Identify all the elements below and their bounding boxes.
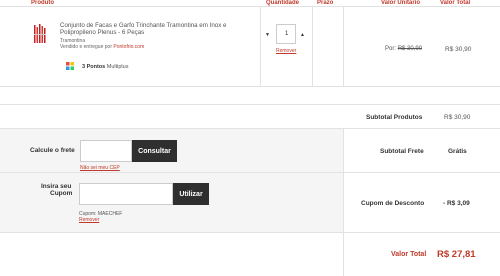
- product-name-line2[interactable]: Polipropileno Plenus - 6 Peças: [60, 29, 144, 36]
- points-info: 3 Pontos Multiplus: [82, 64, 128, 70]
- unit-price-label: Por:: [385, 46, 397, 52]
- col-divider: [260, 6, 261, 86]
- row-border: [0, 232, 500, 233]
- cupom-remove-link[interactable]: Remover: [79, 217, 99, 223]
- quantity-value: 1: [285, 31, 289, 37]
- product-name-line1[interactable]: Conjunto de Facas e Garfo Trinchante Tra…: [60, 22, 226, 29]
- desconto-label: Cupom de Desconto: [361, 200, 425, 207]
- cep-input[interactable]: [80, 140, 132, 162]
- frete-subtotal-value: Grátis: [448, 148, 467, 155]
- unit-price-value: R$ 30,90: [397, 46, 423, 52]
- cupom-label-line2: Cupom: [50, 190, 73, 197]
- cupom-input[interactable]: [79, 183, 173, 205]
- cart-page: Produto Quantidade Prazo Valor Unitário …: [0, 0, 500, 276]
- col-divider: [343, 233, 344, 276]
- valor-total-label: Valor Total: [391, 251, 427, 258]
- consultar-button[interactable]: Consultar: [132, 140, 177, 162]
- cupom-label-line1: Insira seu: [41, 183, 72, 190]
- frete-subtotal-label: Subtotal Frete: [380, 148, 424, 155]
- row-border: [0, 104, 500, 105]
- points-program: Multiplus: [106, 64, 129, 70]
- desconto-value: - R$ 3,09: [443, 200, 470, 207]
- increase-quantity-icon[interactable]: ▲: [300, 32, 305, 38]
- multiplus-icon: [66, 62, 74, 70]
- nao-sei-cep-link[interactable]: Não sei meu CEP: [80, 165, 120, 171]
- remove-item-link[interactable]: Remover: [276, 48, 296, 54]
- row-border: [0, 86, 500, 87]
- valor-total-value: R$ 27,81: [437, 249, 476, 260]
- unit-price: Por: R$ 30,90: [385, 46, 422, 52]
- total-price: R$ 30,90: [445, 46, 472, 53]
- utilizar-button[interactable]: Utilizar: [173, 183, 209, 205]
- col-divider: [343, 129, 344, 232]
- seller-link[interactable]: Pontofrio.com: [113, 44, 144, 50]
- quantity-input[interactable]: 1: [276, 24, 296, 44]
- subtotal-value: R$ 30,90: [444, 114, 471, 121]
- subtotal-label: Subtotal Produtos: [366, 114, 423, 121]
- col-divider: [312, 6, 313, 86]
- seller-info: Vendido e entregue por Pontofrio.com: [60, 44, 144, 50]
- col-divider: [343, 6, 344, 86]
- product-image[interactable]: [33, 22, 47, 46]
- frete-label: Calcule o frete: [30, 147, 75, 154]
- decrease-quantity-icon[interactable]: ▼: [265, 32, 270, 38]
- seller-prefix: Vendido e entregue por: [60, 44, 112, 50]
- row-top-border: [0, 6, 500, 7]
- points-value: 3 Pontos: [82, 64, 106, 70]
